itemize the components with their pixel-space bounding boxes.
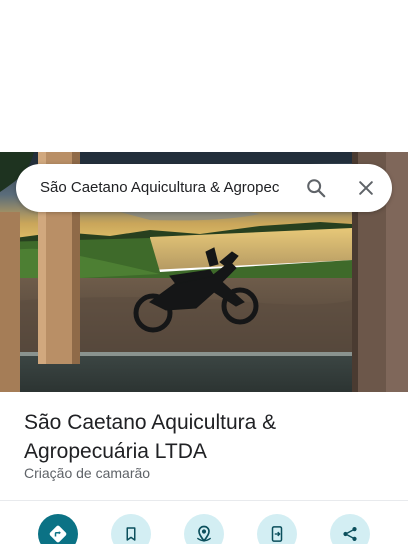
bookmark-icon (126, 527, 136, 541)
close-button[interactable] (350, 172, 382, 204)
divider (0, 500, 408, 501)
directions-icon (49, 525, 67, 543)
action-bar (0, 514, 408, 544)
save-button[interactable] (111, 514, 151, 544)
search-button[interactable] (300, 172, 332, 204)
place-page: São Caetano Aquicultura & Agropec São Ca… (0, 0, 408, 544)
send-to-phone-icon (271, 526, 283, 542)
share-icon (343, 527, 357, 541)
place-title: São Caetano Aquicultura & Agropecuária L… (24, 411, 277, 463)
search-bar[interactable]: São Caetano Aquicultura & Agropec (16, 164, 392, 212)
place-category[interactable]: Criação de camarão (24, 464, 150, 482)
search-icon (307, 179, 326, 198)
search-input[interactable]: São Caetano Aquicultura & Agropec (40, 164, 306, 212)
send-to-phone-button[interactable] (257, 514, 297, 544)
nearby-button[interactable] (184, 514, 224, 544)
directions-button[interactable] (38, 514, 78, 544)
close-icon (359, 181, 373, 195)
nearby-icon (196, 525, 212, 542)
share-button[interactable] (330, 514, 370, 544)
